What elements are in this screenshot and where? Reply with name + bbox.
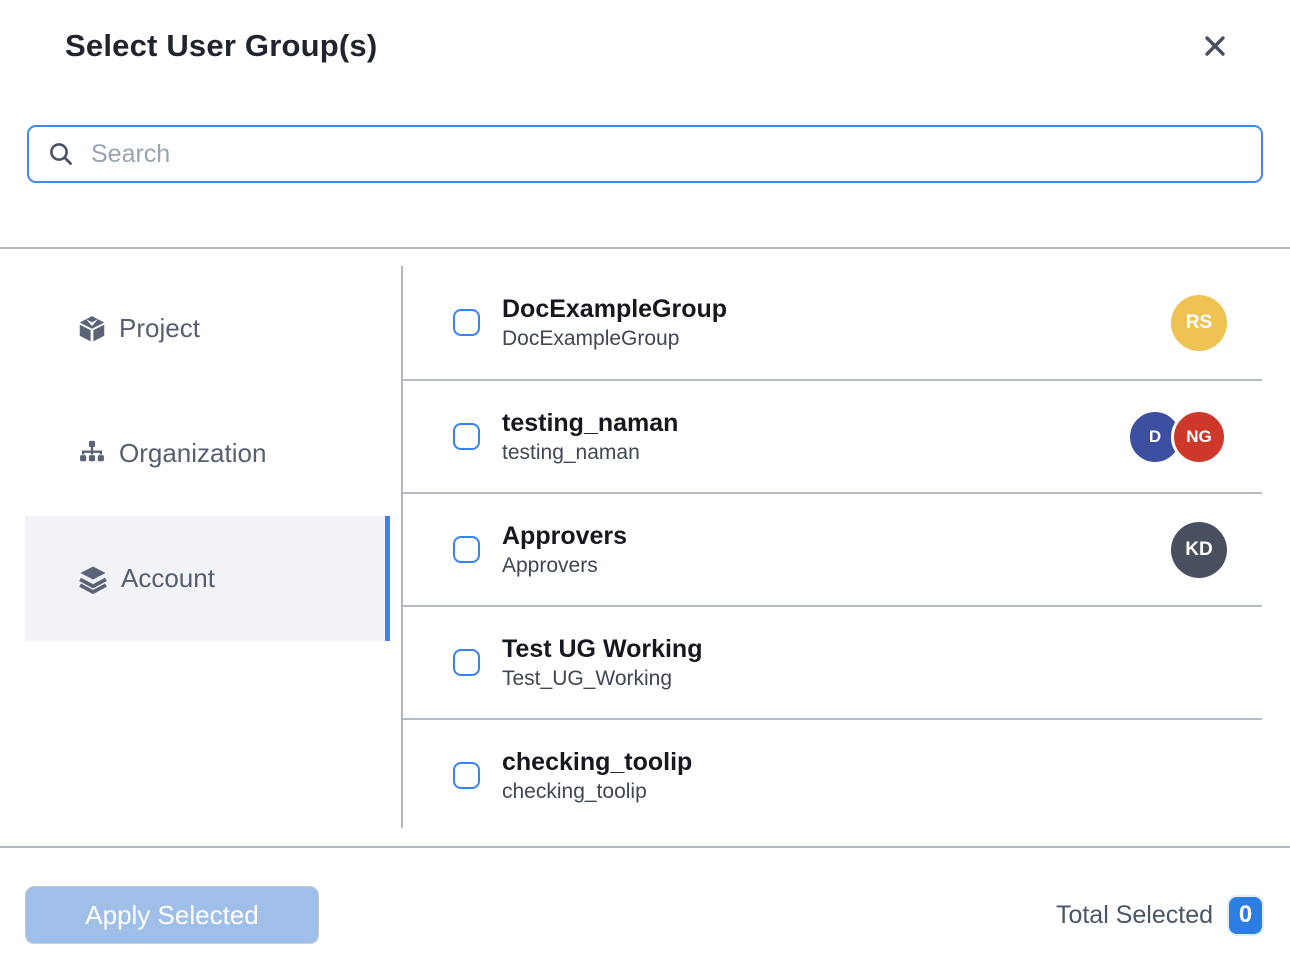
- group-description: Approvers: [502, 554, 627, 578]
- list-item[interactable]: Approvers Approvers KD: [403, 492, 1262, 605]
- list-item[interactable]: Test UG Working Test_UG_Working: [403, 605, 1262, 718]
- dialog-header: Select User Group(s): [0, 0, 1290, 68]
- group-avatars: RS: [1171, 295, 1227, 351]
- avatar: NG: [1171, 409, 1227, 465]
- cube-icon: [78, 315, 106, 343]
- group-text: Approvers Approvers: [502, 522, 627, 578]
- sidebar-item-label: Organization: [119, 438, 266, 469]
- group-avatars: D NG: [1130, 409, 1227, 465]
- group-text: checking_toolip checking_toolip: [502, 748, 692, 804]
- sidebar-item-account[interactable]: Account: [25, 516, 390, 641]
- page-title: Select User Group(s): [65, 28, 377, 64]
- sidebar-item-label: Project: [119, 313, 200, 344]
- sidebar-item-label: Account: [121, 563, 215, 594]
- org-chart-icon: [78, 440, 106, 468]
- group-name: testing_naman: [502, 409, 678, 438]
- close-icon: [1200, 31, 1230, 61]
- group-checkbox[interactable]: [453, 423, 480, 450]
- group-checkbox[interactable]: [453, 536, 480, 563]
- scope-sidebar: Project: [0, 249, 401, 846]
- group-avatars: KD: [1171, 522, 1227, 578]
- close-button[interactable]: [1198, 29, 1232, 63]
- group-description: DocExampleGroup: [502, 327, 727, 351]
- total-selected: Total Selected 0: [1056, 897, 1262, 934]
- list-item[interactable]: testing_naman testing_naman D NG: [403, 379, 1262, 492]
- dialog-body: Project: [0, 249, 1290, 846]
- layers-icon: [78, 564, 108, 594]
- search-icon: [47, 140, 75, 168]
- list-item[interactable]: DocExampleGroup DocExampleGroup RS: [403, 266, 1262, 379]
- user-group-list: DocExampleGroup DocExampleGroup RS testi…: [403, 249, 1290, 846]
- list-item[interactable]: checking_toolip checking_toolip: [403, 718, 1262, 831]
- group-description: checking_toolip: [502, 780, 692, 804]
- group-name: DocExampleGroup: [502, 295, 727, 324]
- search-box: [27, 125, 1263, 183]
- avatar: KD: [1171, 522, 1227, 578]
- group-description: Test_UG_Working: [502, 667, 702, 691]
- dialog-footer: Apply Selected Total Selected 0: [0, 846, 1290, 970]
- group-text: Test UG Working Test_UG_Working: [502, 635, 702, 691]
- total-selected-label: Total Selected: [1056, 901, 1213, 930]
- total-selected-count-badge: 0: [1229, 897, 1262, 934]
- group-name: Test UG Working: [502, 635, 702, 664]
- group-checkbox[interactable]: [453, 649, 480, 676]
- group-name: Approvers: [502, 522, 627, 551]
- sidebar-item-organization[interactable]: Organization: [25, 391, 390, 516]
- sidebar-item-project[interactable]: Project: [25, 266, 390, 391]
- select-user-group-dialog: Select User Group(s): [0, 0, 1290, 970]
- avatar: RS: [1171, 295, 1227, 351]
- group-description: testing_naman: [502, 441, 678, 465]
- apply-selected-button[interactable]: Apply Selected: [25, 886, 319, 944]
- group-checkbox[interactable]: [453, 309, 480, 336]
- group-checkbox[interactable]: [453, 762, 480, 789]
- group-text: DocExampleGroup DocExampleGroup: [502, 295, 727, 351]
- group-name: checking_toolip: [502, 748, 692, 777]
- group-text: testing_naman testing_naman: [502, 409, 678, 465]
- search-input[interactable]: [91, 140, 1243, 169]
